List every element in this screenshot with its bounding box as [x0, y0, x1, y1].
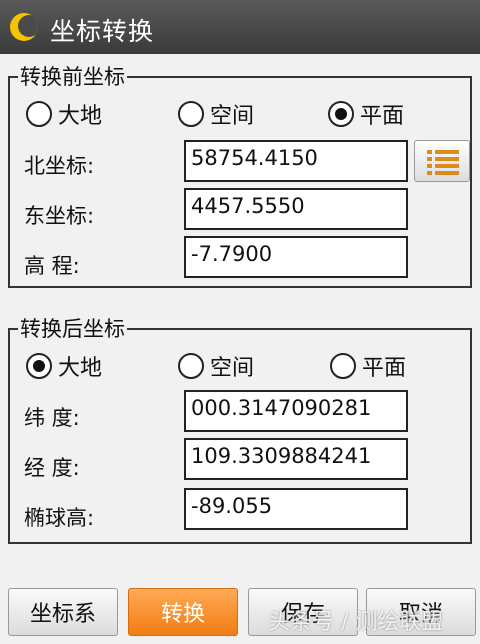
northing-label: 北坐标: — [24, 154, 95, 178]
list-icon — [427, 150, 459, 175]
radio-circle-icon — [330, 353, 356, 379]
radio-circle-icon — [178, 101, 204, 127]
easting-label: 东坐标: — [24, 204, 95, 228]
easting-input[interactable]: 4457.5550 — [184, 188, 408, 230]
watermark-text: 头条号 / 测绘联盟 — [268, 610, 444, 635]
coordinate-system-button[interactable]: 坐标系 — [8, 588, 118, 636]
radio-selected-icon — [26, 353, 52, 379]
before-group-legend: 转换前坐标 — [18, 65, 127, 89]
app-logo-icon — [10, 13, 38, 41]
radio-circle-icon — [178, 353, 204, 379]
after-mode-space-radio[interactable]: 空间 — [178, 350, 254, 382]
point-list-button[interactable] — [414, 140, 470, 182]
northing-input[interactable]: 58754.4150 — [184, 140, 408, 182]
ellipsoid-height-input[interactable]: -89.055 — [184, 488, 408, 530]
latitude-input[interactable]: 000.3147090281 — [184, 390, 408, 432]
before-mode-plane-radio[interactable]: 平面 — [328, 98, 404, 130]
before-mode-space-radio[interactable]: 空间 — [178, 98, 254, 130]
elevation-input[interactable]: -7.7900 — [184, 236, 408, 278]
elevation-label: 高 程: — [24, 254, 80, 278]
after-mode-geodetic-radio[interactable]: 大地 — [26, 350, 102, 382]
title-bar: 坐标转换 — [0, 0, 480, 54]
ellipsoid-height-label: 椭球高: — [24, 506, 95, 530]
after-group-legend: 转换后坐标 — [18, 317, 127, 341]
after-mode-plane-radio[interactable]: 平面 — [330, 350, 406, 382]
longitude-input[interactable]: 109.3309884241 — [184, 438, 408, 480]
latitude-label: 纬 度: — [24, 406, 80, 430]
window-title: 坐标转换 — [50, 17, 155, 46]
longitude-label: 经 度: — [24, 456, 80, 480]
radio-circle-icon — [26, 101, 52, 127]
convert-button[interactable]: 转换 — [128, 588, 238, 636]
before-mode-geodetic-radio[interactable]: 大地 — [26, 98, 102, 130]
radio-selected-icon — [328, 101, 354, 127]
